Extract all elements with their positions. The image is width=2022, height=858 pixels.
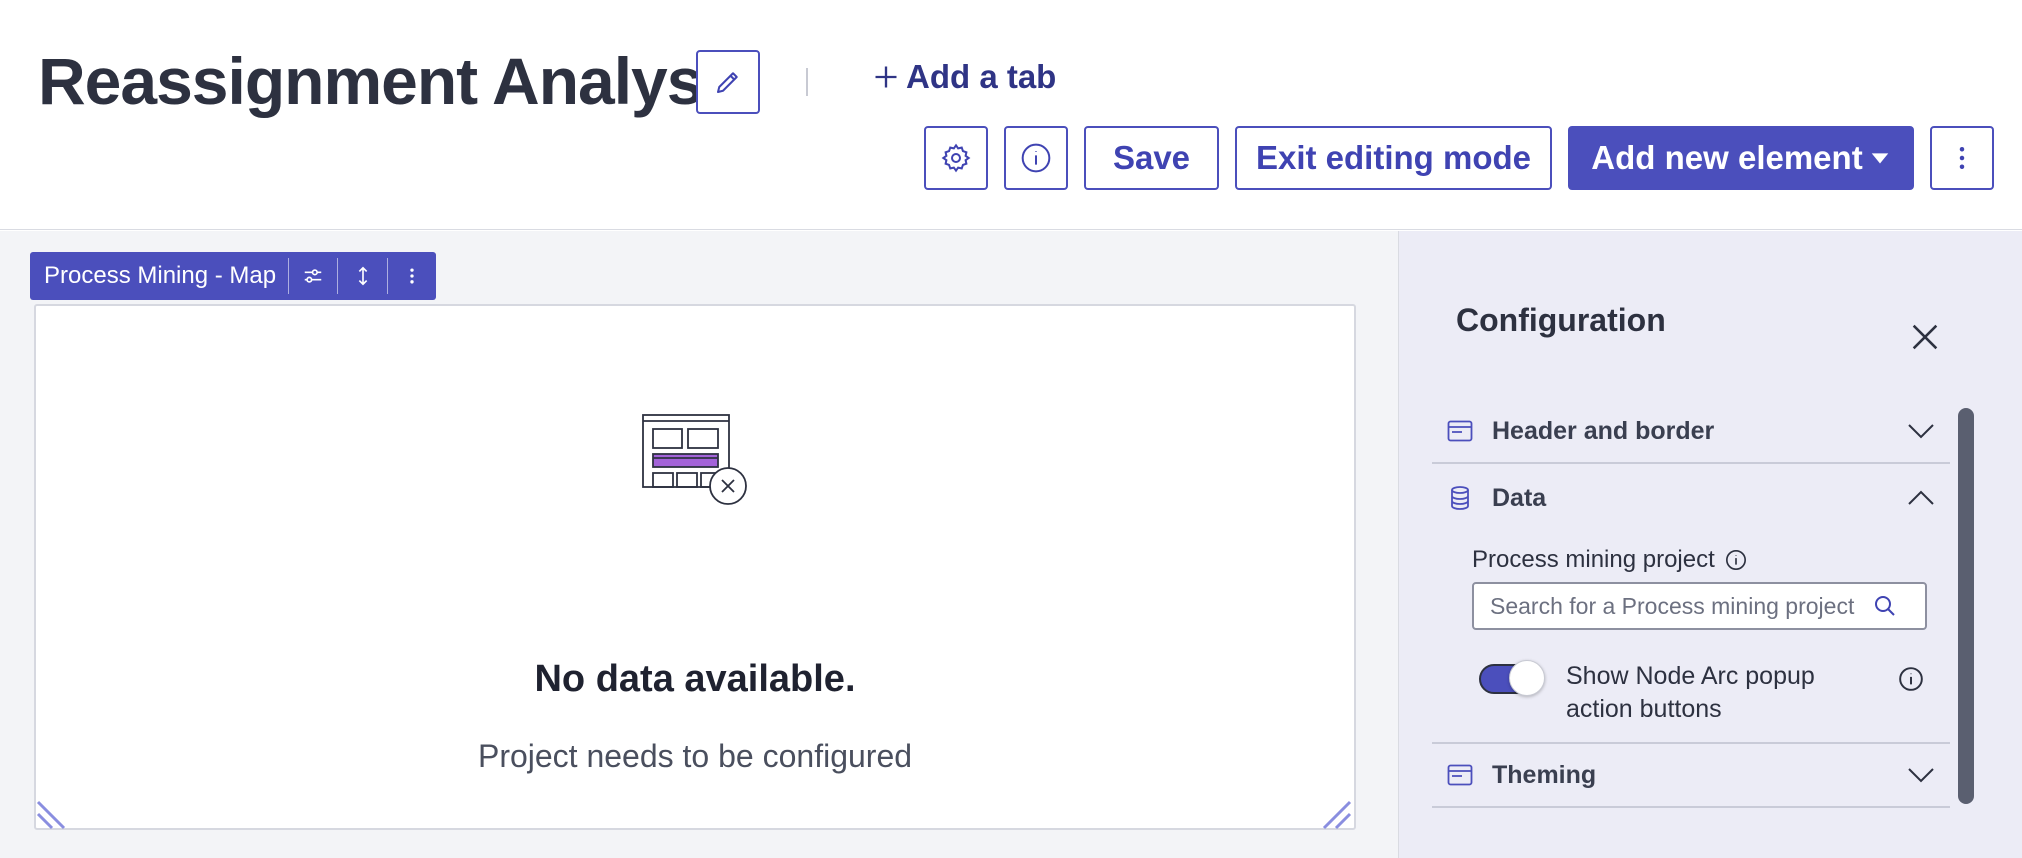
empty-state-title: No data available. xyxy=(534,658,856,700)
database-icon xyxy=(1446,484,1474,512)
page-title: Reassignment Analysis xyxy=(38,44,757,118)
resize-handle-bottom-left[interactable] xyxy=(36,796,70,830)
process-mining-project-label: Process mining project xyxy=(1472,546,1747,574)
info-icon xyxy=(1021,143,1051,173)
section-label: Data xyxy=(1492,483,1547,512)
add-tab-label: Add a tab xyxy=(906,58,1057,95)
widget-settings-button[interactable] xyxy=(288,258,337,294)
info-icon[interactable] xyxy=(1725,549,1747,571)
section-theming[interactable]: Theming xyxy=(1432,744,1950,808)
info-button[interactable] xyxy=(1004,126,1068,190)
close-icon[interactable] xyxy=(1908,320,1942,354)
kebab-icon xyxy=(410,268,414,284)
widget-resize-button[interactable] xyxy=(337,258,386,294)
process-mining-project-search[interactable] xyxy=(1472,582,1927,630)
settings-button[interactable] xyxy=(924,126,988,190)
widget-toolbar: Process Mining - Map xyxy=(30,252,436,300)
panel-scrollbar[interactable] xyxy=(1958,408,1974,804)
section-label: Header and border xyxy=(1492,416,1715,445)
vertical-arrows-icon xyxy=(358,266,367,286)
add-tab-button[interactable]: Add a tab xyxy=(872,58,1056,96)
edit-title-button[interactable] xyxy=(696,50,760,114)
toggle-knob xyxy=(1509,660,1545,696)
browser-icon xyxy=(1446,417,1474,445)
section-data[interactable]: Data xyxy=(1432,466,1950,530)
widget-menu-button[interactable] xyxy=(386,258,436,294)
no-data-illustration xyxy=(642,414,747,505)
node-arc-popup-label: Show Node Arc popup action buttons xyxy=(1566,662,1815,723)
chevron-down-icon xyxy=(1906,416,1936,446)
kebab-icon xyxy=(1959,147,1965,169)
sliders-icon xyxy=(304,269,322,283)
plus-icon xyxy=(875,66,897,88)
save-button[interactable]: Save xyxy=(1084,126,1219,190)
section-label: Theming xyxy=(1492,760,1597,789)
chevron-down-icon xyxy=(1906,760,1936,790)
field-label-text: Process mining project xyxy=(1472,546,1715,573)
node-arc-popup-toggle[interactable] xyxy=(1479,660,1545,696)
pencil-icon xyxy=(717,72,738,93)
section-header-and-border[interactable]: Header and border xyxy=(1432,400,1950,464)
more-options-button[interactable] xyxy=(1930,126,1994,190)
caret-down-icon xyxy=(1871,153,1888,164)
project-search-input[interactable] xyxy=(1474,592,1864,620)
search-icon[interactable] xyxy=(1870,591,1900,621)
browser-icon xyxy=(1446,761,1474,789)
add-new-element-button[interactable]: Add new element xyxy=(1568,126,1914,190)
info-icon[interactable] xyxy=(1898,666,1924,692)
page-header: Reassignment Analysis Add a tab Save Exi… xyxy=(0,0,2022,230)
chevron-up-icon xyxy=(1906,483,1936,513)
header-divider xyxy=(806,68,808,96)
resize-handle-bottom-right[interactable] xyxy=(1318,796,1352,830)
exit-editing-button[interactable]: Exit editing mode xyxy=(1235,126,1552,190)
configuration-title: Configuration xyxy=(1456,302,1666,338)
gear-icon xyxy=(941,143,971,173)
empty-state-subtitle: Project needs to be configured xyxy=(477,738,913,774)
widget-title: Process Mining - Map xyxy=(44,262,277,289)
add-new-element-label: Add new element xyxy=(1591,139,1863,176)
